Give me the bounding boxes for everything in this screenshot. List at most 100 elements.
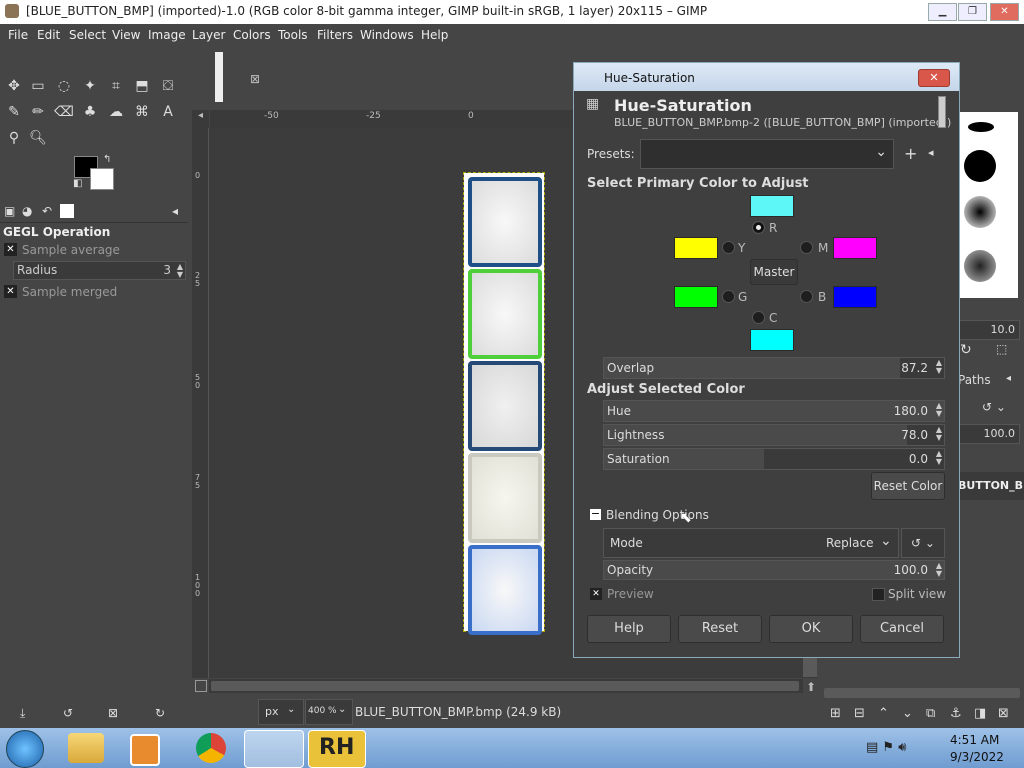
presets-combo[interactable]: ⌄ [640, 139, 894, 169]
eraser-icon[interactable]: ⌫ [54, 102, 74, 122]
cancel-button[interactable]: Cancel [860, 615, 944, 643]
menu-image[interactable]: Image [148, 28, 186, 42]
layer-mode-icon[interactable]: ↺ ⌄ [982, 400, 1006, 414]
undo-history-tab-icon[interactable]: ↶ [42, 204, 52, 218]
paint-icon[interactable]: ✎ [4, 102, 24, 122]
transform-icon[interactable]: ⬒ [132, 76, 152, 96]
default-colors-icon[interactable]: ◧ [73, 178, 82, 189]
menu-tools[interactable]: Tools [278, 28, 308, 42]
paths-tab[interactable]: Paths [958, 373, 991, 387]
save-tool-preset-icon[interactable]: ⤓ [20, 706, 25, 721]
media-player-icon[interactable] [130, 734, 160, 766]
clock-time[interactable]: 4:51 AM [950, 733, 999, 747]
hue-spinner-icon[interactable]: ▲ ▼ [936, 402, 942, 418]
radio-g[interactable] [722, 290, 735, 303]
brush-menu-icon[interactable]: ⬚ [996, 342, 1007, 356]
hue-slider[interactable]: Hue 180.0 ▲ ▼ [603, 400, 945, 422]
resource-hacker-icon[interactable]: RH [308, 730, 366, 768]
reset-color-button[interactable]: Reset Color [871, 472, 945, 500]
radio-c[interactable] [752, 311, 765, 324]
saturation-slider[interactable]: Saturation 0.0 ▲ ▼ [603, 448, 945, 470]
maximize-button[interactable]: ❐ [958, 3, 987, 21]
unit-selector[interactable]: px ⌄ [258, 699, 304, 725]
tool-options-tab-icon[interactable]: ▣ [4, 204, 15, 218]
delete-layer-icon[interactable]: ⊠ [998, 706, 1009, 721]
ok-button[interactable]: OK [769, 615, 853, 643]
red-swatch[interactable] [750, 195, 794, 217]
raise-layer-icon[interactable]: ⌃ [878, 706, 889, 721]
lasso-icon[interactable]: ◌ [54, 76, 74, 96]
preview-checkbox[interactable]: ✕ [590, 588, 602, 600]
menu-help[interactable]: Help [421, 28, 448, 42]
sample-average-checkbox[interactable]: ✕ [4, 243, 17, 256]
layer-row[interactable]: BUTTON_BMP [958, 472, 1024, 500]
chrome-icon[interactable] [196, 733, 226, 763]
images-tab-icon[interactable] [60, 204, 74, 218]
menu-edit[interactable]: Edit [37, 28, 60, 42]
close-image-tab-icon[interactable]: ⊠ [250, 72, 260, 86]
menu-select[interactable]: Select [69, 28, 106, 42]
reset-tool-options-icon[interactable]: ↻ [155, 706, 165, 720]
opacity-spinner-icon[interactable]: ▲ ▼ [936, 562, 942, 578]
smudge-icon[interactable]: ☁ [106, 102, 126, 122]
bucket-icon[interactable]: ⛋ [158, 76, 178, 96]
navigate-icon[interactable]: ⬆ [806, 680, 816, 694]
panel-menu-icon[interactable]: ◂ [172, 204, 178, 218]
composite-mode-button[interactable]: ↺ ⌄ [901, 528, 945, 558]
overlap-spinner-icon[interactable]: ▲ ▼ [936, 359, 942, 375]
layer-opacity-field[interactable]: 100.0 [958, 424, 1020, 444]
saturation-spinner-icon[interactable]: ▲ ▼ [936, 450, 942, 466]
help-button[interactable]: Help [587, 615, 671, 643]
mode-combo[interactable]: Mode Replace ⌄ [603, 528, 899, 558]
hue-value[interactable]: 180.0 [894, 404, 928, 418]
start-button-icon[interactable] [6, 730, 44, 768]
blue-swatch[interactable] [833, 286, 877, 308]
lightness-spinner-icon[interactable]: ▲ ▼ [936, 426, 942, 442]
lightness-slider[interactable]: Lightness 78.0 ▲ ▼ [603, 424, 945, 446]
menu-file[interactable]: File [8, 28, 28, 42]
horizontal-scrollbar[interactable] [209, 679, 803, 693]
radio-b[interactable] [800, 290, 813, 303]
radio-y[interactable] [722, 241, 735, 254]
quick-mask-icon[interactable] [195, 680, 207, 692]
new-layer-icon[interactable]: ⊞ [830, 706, 841, 721]
sample-merged-checkbox[interactable]: ✕ [4, 285, 17, 298]
lower-layer-icon[interactable]: ⌄ [902, 706, 913, 721]
menu-layer[interactable]: Layer [192, 28, 225, 42]
split-view-checkbox[interactable] [872, 588, 885, 601]
dialog-close-button[interactable]: ✕ [918, 69, 950, 87]
green-swatch[interactable] [674, 286, 718, 308]
pencil-icon[interactable]: ✏ [28, 102, 48, 122]
horizontal-scroll-thumb[interactable] [211, 681, 799, 691]
restore-tool-preset-icon[interactable]: ↺ [63, 706, 73, 720]
master-button[interactable]: Master [750, 259, 798, 285]
path-icon[interactable]: ⌘ [132, 102, 152, 122]
brush-size-field[interactable]: 10.0 [958, 320, 1020, 340]
anchor-layer-icon[interactable]: ⚓︎ [950, 706, 962, 721]
brushes-preview[interactable] [958, 112, 1018, 298]
minimize-button[interactable]: ▁ [928, 3, 957, 21]
radius-field[interactable]: Radius 3 ▲ ▼ [13, 261, 186, 280]
close-button[interactable]: ✕ [990, 3, 1019, 21]
image-tab-thumbnail[interactable] [215, 52, 223, 102]
background-color-swatch[interactable] [90, 168, 114, 190]
layers-panel-menu-icon[interactable]: ◂ [1006, 373, 1011, 384]
gimp-taskbar-icon[interactable] [244, 730, 304, 768]
file-explorer-icon[interactable] [68, 733, 104, 763]
magenta-swatch[interactable] [833, 237, 877, 259]
new-layer-group-icon[interactable]: ⊟ [854, 706, 865, 721]
image-layer[interactable] [463, 172, 545, 635]
collapse-icon[interactable]: − [590, 508, 601, 520]
menu-colors[interactable]: Colors [233, 28, 271, 42]
radius-spinner-icon[interactable]: ▲ ▼ [177, 263, 183, 279]
swap-colors-icon[interactable]: ↰ [103, 154, 111, 165]
text-tool-icon[interactable]: A [158, 102, 178, 122]
dialog-scroll-handle[interactable] [938, 96, 946, 128]
cyan-swatch[interactable] [750, 329, 794, 351]
tray-icons[interactable]: ▤ ⚑ 🔊︎ [866, 740, 906, 755]
radio-m[interactable] [800, 241, 813, 254]
zoom-selector[interactable]: 400 % ⌄ [305, 699, 353, 725]
clock-date[interactable]: 9/3/2022 [950, 750, 1004, 764]
layers-scrollbar[interactable] [824, 688, 1020, 698]
clone-icon[interactable]: ♣ [80, 102, 100, 122]
